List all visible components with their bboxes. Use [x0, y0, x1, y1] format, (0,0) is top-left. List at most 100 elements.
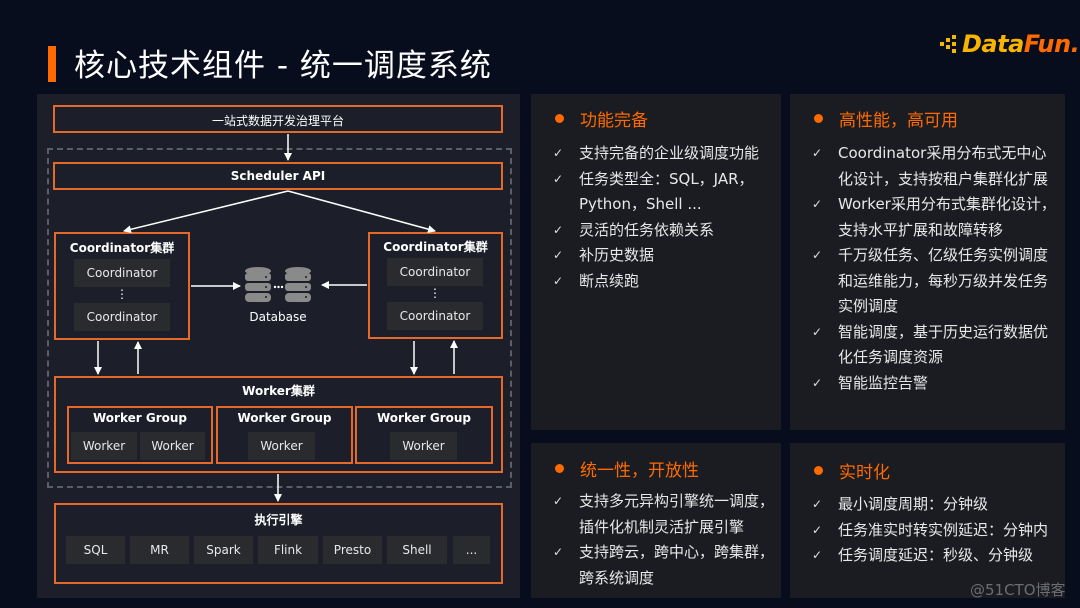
list-item-text: 千万级任务、亿级任务实例调度 和运维能力，每秒万级并发任务 实例调度 [838, 246, 1049, 315]
list-item-text: Coordinator采用分布式无中心 化设计，支持按租户集群化扩展 [838, 144, 1049, 188]
coordinator-ellipsis: ⋮ [116, 287, 128, 301]
list-item-text: Worker采用分布式集群化设计， 支持水平扩展和故障转移 [838, 195, 1056, 239]
engine-item-presto: Presto [323, 536, 382, 564]
check-icon: ✓ [553, 494, 564, 508]
check-icon: ✓ [812, 522, 823, 537]
page-title: 核心技术组件 - 统一调度系统 [74, 48, 492, 84]
list-item: ✓ 支持多元异构引擎统一调度， 插件化机制灵活扩展引擎 [553, 489, 774, 540]
coordinator-node: Coordinator [74, 259, 170, 287]
card-heading: 功能完备 [555, 106, 648, 131]
card-list: ✓ 最小调度周期：分钟级 ✓ 任务准实时转实例延迟：分钟内 ✓ 任务调度延迟：秒级、分钟级 [812, 492, 1048, 569]
platform-label: 一站式数据开发治理平台 [211, 114, 344, 128]
list-item: ✓ 支持跨云，跨中心，跨集群， 跨系统调度 [553, 540, 774, 591]
engine-item-sql: SQL [66, 536, 125, 564]
bullet-dot-icon [814, 114, 823, 123]
feature-card-high-availability: 高性能，高可用 ✓ Coordinator采用分布式无中心 化设计，支持按租户集群… [790, 94, 1065, 430]
list-item: ✓ 千万级任务、亿级任务实例调度 和运维能力，每秒万级并发任务 实例调度 [812, 243, 1056, 320]
list-item-text: 断点续跑 [579, 271, 640, 290]
coordinator-cluster-right-title: Coordinator集群 [383, 240, 488, 254]
engine-item-more: ... [453, 536, 490, 564]
list-item: ✓ Worker采用分布式集群化设计， 支持水平扩展和故障转移 [812, 192, 1056, 243]
logo-text-fun: Fun. [1023, 30, 1080, 58]
coordinator-node: Coordinator [387, 258, 483, 286]
card-heading: 统一性，开放性 [555, 456, 699, 481]
bullet-dot-icon [555, 464, 564, 473]
list-item: ✓ 任务类型全：SQL，JAR， Python，Shell ... [553, 167, 759, 218]
engine-item-mr: MR [130, 536, 189, 564]
list-item: ✓ 智能调度，基于历史运行数据优 化任务调度资源 [812, 320, 1056, 371]
card-heading-text: 高性能，高可用 [839, 111, 958, 131]
coordinator-ellipsis: ⋮ [429, 286, 441, 300]
bullet-dot-icon [814, 466, 823, 475]
engine-item-flink: Flink [258, 536, 318, 564]
list-item-text: 任务类型全：SQL，JAR， Python，Shell ... [579, 169, 754, 214]
check-icon: ✓ [553, 545, 564, 559]
check-icon: ✓ [812, 197, 823, 211]
list-item-text: 支持完备的企业级调度功能 [579, 144, 760, 162]
check-icon: ✓ [553, 248, 564, 262]
check-icon: ✓ [812, 375, 823, 390]
worker-node: Worker [71, 432, 137, 460]
coordinator-node: Coordinator [74, 303, 170, 331]
list-item-text: 支持多元异构引擎统一调度， 插件化机制灵活扩展引擎 [579, 492, 775, 536]
title-accent-bar [48, 46, 56, 82]
worker-node: Worker [390, 432, 457, 460]
coordinator-node: Coordinator [387, 302, 483, 330]
check-icon: ✓ [553, 171, 564, 186]
logo-text-data: Data [962, 30, 1024, 58]
list-item-text: 智能调度，基于历史运行数据优 化任务调度资源 [838, 322, 1049, 367]
worker-group-title: Worker Group [376, 411, 471, 425]
check-icon: ✓ [553, 222, 564, 237]
list-item: ✓ 支持完备的企业级调度功能 [553, 141, 759, 167]
list-item-text: 智能监控告警 [838, 373, 929, 392]
check-icon: ✓ [812, 497, 823, 511]
engine-item-spark: Spark [194, 536, 253, 564]
database-icon [245, 267, 311, 302]
card-heading: 实时化 [814, 458, 890, 483]
list-item: ✓ 任务调度延迟：秒级、分钟级 [812, 543, 1048, 569]
execution-engine-title: 执行引擎 [254, 513, 303, 527]
card-list: ✓ 支持完备的企业级调度功能 ✓ 任务类型全：SQL，JAR， Python，Shel… [553, 141, 759, 294]
check-icon: ✓ [812, 146, 823, 160]
worker-group-title: Worker Group [92, 411, 187, 425]
list-item-text: 补历史数据 [579, 246, 655, 264]
bullet-dot-icon [555, 114, 564, 123]
card-heading: 高性能，高可用 [814, 106, 958, 131]
feature-card-realtime: 实时化 ✓ 最小调度周期：分钟级 ✓ 任务准实时转实例延迟：分钟内 ✓ 任务调度延迟：秒级… [790, 443, 1065, 598]
list-item-text: 最小调度周期：分钟级 [838, 495, 989, 513]
watermark: @51CTO博客 [970, 581, 1066, 599]
feature-card-complete: 功能完备 ✓ 支持完备的企业级调度功能 ✓ 任务类型全：SQL，JAR， Python… [531, 94, 781, 430]
list-item: ✓ 灵活的任务依赖关系 [553, 218, 759, 244]
list-item-text: 灵活的任务依赖关系 [579, 220, 715, 239]
list-item-text: 支持跨云，跨中心，跨集群， 跨系统调度 [579, 543, 775, 587]
list-item: ✓ 最小调度周期：分钟级 [812, 492, 1048, 518]
worker-node: Worker [248, 432, 315, 460]
card-list: ✓ 支持多元异构引擎统一调度， 插件化机制灵活扩展引擎 ✓ 支持跨云，跨中心，跨集群，… [553, 489, 774, 591]
database-label: Database [249, 310, 307, 324]
card-heading-text: 统一性，开放性 [580, 461, 699, 481]
feature-card-unified-open: 统一性，开放性 ✓ 支持多元异构引擎统一调度， 插件化机制灵活扩展引擎 ✓ 支持跨云，… [531, 443, 781, 598]
card-heading-text: 功能完备 [580, 111, 648, 131]
check-icon: ✓ [553, 273, 564, 288]
list-item: ✓ 断点续跑 [553, 269, 759, 295]
card-heading-text: 实时化 [839, 463, 890, 483]
list-item-text: 任务调度延迟：秒级、分钟级 [838, 546, 1034, 564]
card-list: ✓ Coordinator采用分布式无中心 化设计，支持按租户集群化扩展 ✓ Work… [812, 141, 1056, 396]
check-icon: ✓ [553, 146, 564, 160]
list-item-text: 任务准实时转实例延迟：分钟内 [838, 520, 1049, 539]
list-item: ✓ 任务准实时转实例延迟：分钟内 [812, 518, 1048, 544]
worker-cluster-title: Worker集群 [242, 384, 315, 398]
worker-group-title: Worker Group [237, 411, 332, 425]
check-icon: ✓ [812, 324, 823, 339]
list-item: ✓ 智能监控告警 [812, 371, 1056, 397]
check-icon: ✓ [812, 548, 823, 562]
coordinator-cluster-left-title: Coordinator集群 [69, 241, 175, 255]
datafun-logo: DataFun. [938, 26, 1080, 62]
check-icon: ✓ [812, 248, 823, 262]
worker-node: Worker [140, 432, 205, 460]
engine-item-shell: Shell [387, 536, 447, 564]
logo-pixel-icon [938, 33, 960, 55]
list-item: ✓ 补历史数据 [553, 243, 759, 269]
list-item: ✓ Coordinator采用分布式无中心 化设计，支持按租户集群化扩展 [812, 141, 1056, 192]
scheduler-api-label: Scheduler API [230, 169, 326, 183]
